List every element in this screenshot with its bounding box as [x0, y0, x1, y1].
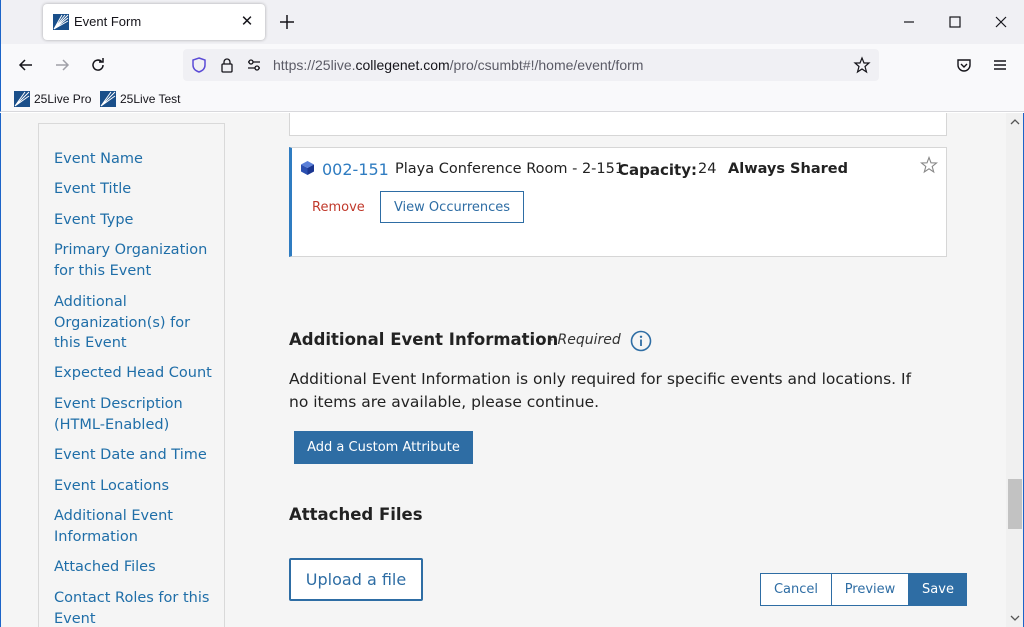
nav-event-name[interactable]: Event Name [54, 149, 219, 170]
pocket-icon[interactable] [954, 55, 974, 75]
25live-logo-icon [14, 91, 30, 107]
nav-event-locations[interactable]: Event Locations [54, 476, 219, 497]
tracking-shield-icon[interactable] [190, 56, 208, 74]
capacity-label: Capacity: [618, 161, 697, 179]
additional-info-description: Additional Event Information is only req… [289, 370, 912, 411]
page-scrollbar[interactable] [1006, 113, 1024, 627]
forward-icon[interactable] [52, 55, 72, 75]
location-card: 002-151 Playa Conference Room - 2-151 Ca… [289, 147, 947, 257]
favorite-star-icon[interactable] [920, 156, 938, 174]
maximize-icon[interactable] [944, 11, 966, 33]
info-icon[interactable] [630, 330, 652, 352]
scrollbar-thumb[interactable] [1008, 479, 1022, 529]
attached-files-heading: Attached Files [289, 505, 423, 524]
lock-icon[interactable] [218, 56, 236, 74]
bookmark-label: 25Live Pro [34, 92, 92, 106]
close-window-icon[interactable] [990, 11, 1012, 33]
bookmarks-bar: 25Live Pro 25Live Test [0, 86, 1024, 112]
view-occurrences-button[interactable]: View Occurrences [380, 191, 524, 223]
form-action-buttons: Cancel Preview Save [760, 573, 967, 606]
nav-event-type[interactable]: Event Type [54, 210, 219, 231]
additional-info-heading: Additional Event Information [289, 330, 559, 349]
url-bar[interactable]: https://25live.collegenet.com/pro/csumbt… [183, 49, 879, 81]
page-content: Event Name Event Title Event Type Primar… [0, 113, 1006, 627]
url-path: /pro/csumbt#!/home/event/form [449, 57, 644, 73]
bookmark-star-icon[interactable] [853, 56, 871, 74]
location-name: Playa Conference Room - 2-151 [395, 161, 625, 177]
nav-primary-organization[interactable]: Primary Organization for this Event [54, 240, 219, 281]
save-button[interactable]: Save [909, 573, 967, 606]
nav-expected-head-count[interactable]: Expected Head Count [54, 363, 219, 384]
url-prefix: https://25live. [273, 57, 356, 73]
close-tab-icon[interactable]: ✕ [237, 11, 257, 31]
bookmark-25live-pro[interactable]: 25Live Pro [14, 90, 91, 108]
nav-additional-organizations[interactable]: Additional Organization(s) for this Even… [54, 292, 219, 354]
25live-logo-icon [100, 91, 116, 107]
nav-event-title[interactable]: Event Title [54, 179, 219, 200]
menu-icon[interactable] [990, 55, 1010, 75]
permissions-icon[interactable] [245, 56, 263, 74]
scroll-up-icon[interactable] [1010, 117, 1020, 127]
nav-attached-files[interactable]: Attached Files [54, 557, 219, 578]
bookmark-label: 25Live Test [120, 92, 181, 106]
preview-button[interactable]: Preview [832, 573, 909, 606]
location-cube-icon [301, 161, 314, 175]
tab-bar: Event Form ✕ [0, 0, 1024, 44]
minimize-icon[interactable] [898, 11, 920, 33]
25live-logo-icon [53, 14, 69, 30]
bookmark-25live-test[interactable]: 25Live Test [100, 90, 181, 108]
capacity-value: 24 [698, 161, 717, 177]
new-tab-icon[interactable] [277, 12, 297, 32]
form-section-nav: Event Name Event Title Event Type Primar… [38, 123, 225, 627]
nav-event-date-time[interactable]: Event Date and Time [54, 445, 219, 466]
nav-additional-event-info[interactable]: Additional Event Information [54, 506, 219, 547]
remove-location-link[interactable]: Remove [312, 200, 365, 215]
url-text[interactable]: https://25live.collegenet.com/pro/csumbt… [273, 57, 643, 73]
shared-status: Always Shared [728, 161, 848, 177]
upload-file-button[interactable]: Upload a file [289, 558, 423, 601]
location-code-link[interactable]: 002-151 [322, 160, 389, 179]
reload-icon[interactable] [88, 55, 108, 75]
nav-event-description[interactable]: Event Description (HTML-Enabled) [54, 394, 219, 435]
nav-bar: https://25live.collegenet.com/pro/csumbt… [0, 44, 1024, 86]
required-label: - Required [548, 332, 621, 348]
url-domain: collegenet.com [355, 57, 450, 73]
scroll-down-icon[interactable] [1010, 613, 1020, 623]
tab-event-form[interactable]: Event Form ✕ [43, 4, 265, 40]
tab-title: Event Form [74, 14, 142, 29]
cancel-button[interactable]: Cancel [760, 573, 832, 606]
nav-contact-roles[interactable]: Contact Roles for this Event [54, 588, 219, 627]
add-custom-attribute-button[interactable]: Add a Custom Attribute [294, 431, 473, 464]
previous-card [289, 113, 947, 136]
back-icon[interactable] [16, 55, 36, 75]
